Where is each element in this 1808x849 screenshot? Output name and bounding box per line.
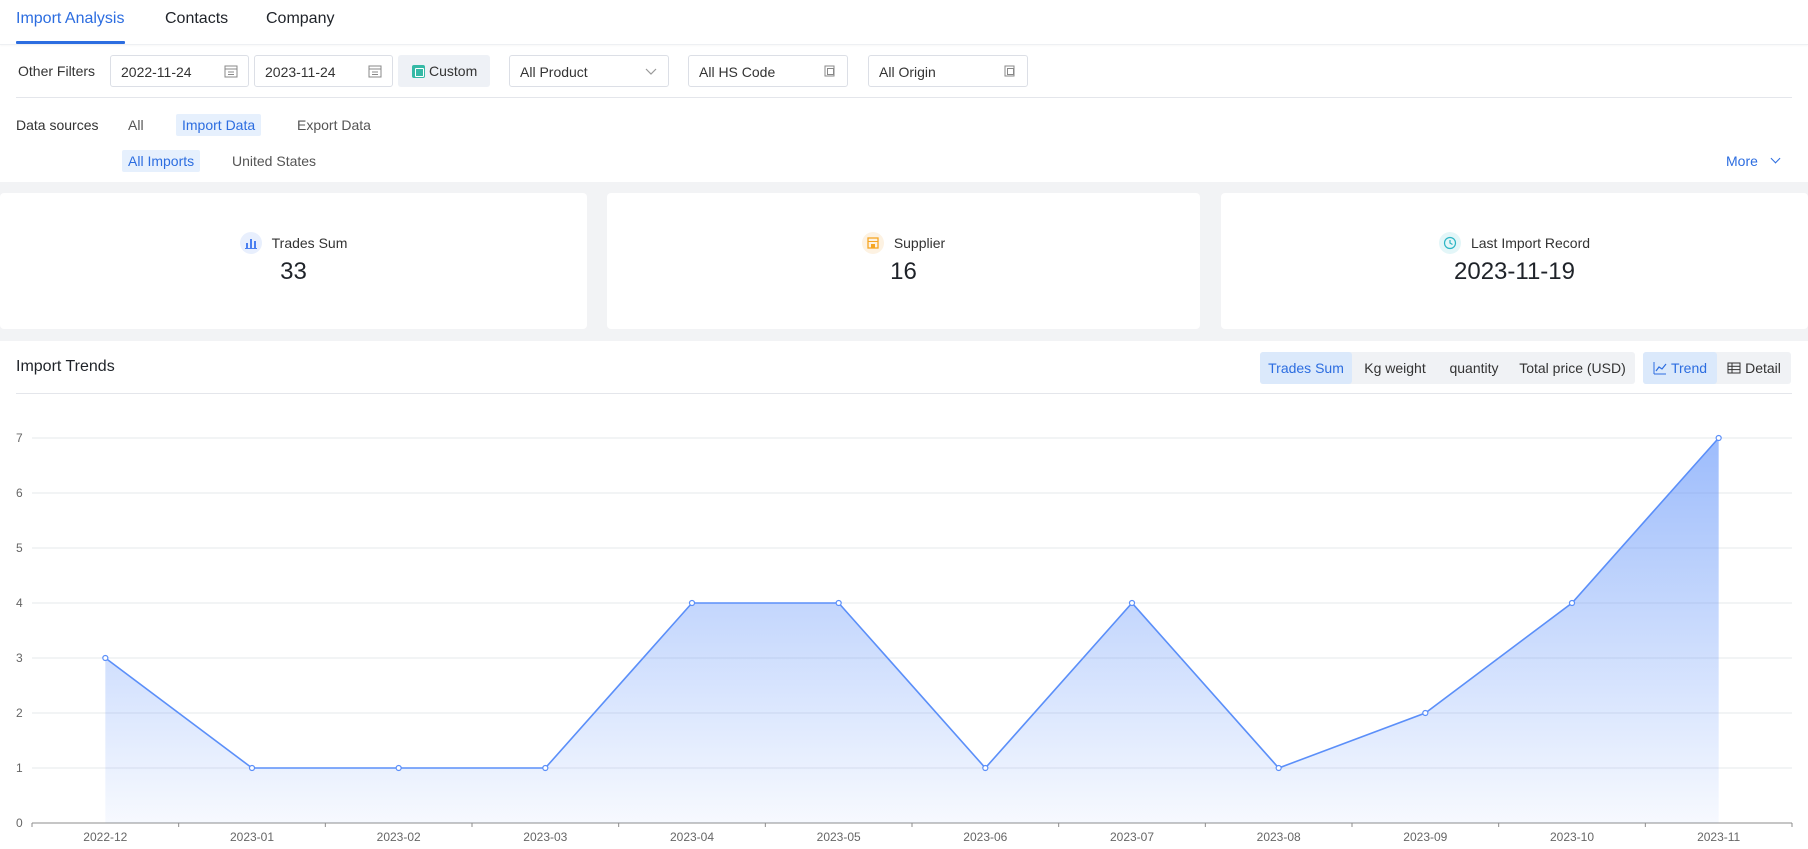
stat-card-supplier: Supplier 16 xyxy=(607,193,1200,329)
x-tick-label: 2023-06 xyxy=(963,830,1007,844)
tab-company[interactable]: Company xyxy=(266,10,334,28)
hs-code-value: All HS Code xyxy=(699,64,776,80)
import-trends-chart: 0 1 2 3 4 5 6 7 2022-12 2023-01 2023-02 2023-03 2023… xyxy=(16,431,1793,844)
x-tick-label: 2023-05 xyxy=(817,830,861,844)
data-point xyxy=(835,599,842,607)
data-point xyxy=(1275,764,1282,772)
stat-label: Supplier xyxy=(893,235,946,251)
y-tick-label: 7 xyxy=(16,431,23,445)
sub-source-united-states[interactable]: United States xyxy=(226,150,322,172)
x-tick-label: 2023-07 xyxy=(1110,830,1154,844)
chevron-down-icon xyxy=(645,68,657,75)
custom-range-icon xyxy=(412,65,425,78)
date-from-input[interactable]: 2022-11-24 xyxy=(110,55,249,87)
import-trends-panel: Import Trends Trades Sum Kg weight quant… xyxy=(0,341,1808,849)
y-tick-label: 6 xyxy=(16,486,23,500)
stat-label: Last Import Record xyxy=(1470,235,1591,251)
copy-icon xyxy=(1004,65,1015,77)
data-point xyxy=(102,654,109,662)
area-fill xyxy=(105,438,1719,823)
top-section: Import Analysis Contacts Company Other F… xyxy=(0,0,1808,182)
stat-value: 16 xyxy=(890,258,917,285)
custom-date-button[interactable]: Custom xyxy=(398,55,490,87)
data-point xyxy=(542,764,549,772)
stat-value: 33 xyxy=(280,258,307,285)
x-tick-label: 2023-04 xyxy=(670,830,714,844)
product-value: All Product xyxy=(520,64,588,80)
tab-import-analysis[interactable]: Import Analysis xyxy=(16,10,124,28)
source-all[interactable]: All xyxy=(122,114,150,136)
copy-icon xyxy=(824,65,835,77)
data-point xyxy=(1128,599,1136,607)
data-sources-label: Data sources xyxy=(16,117,99,133)
date-to-input[interactable]: 2023-11-24 xyxy=(254,55,393,87)
stat-card-trades-sum: Trades Sum 33 xyxy=(0,193,587,329)
y-tick-label: 0 xyxy=(16,816,23,830)
x-tick-label: 2023-11 xyxy=(1697,830,1740,844)
data-point xyxy=(1568,599,1576,607)
y-tick-label: 4 xyxy=(16,596,23,610)
x-tick-label: 2023-08 xyxy=(1257,830,1301,844)
chevron-down-icon[interactable] xyxy=(1770,153,1781,164)
origin-value: All Origin xyxy=(879,64,936,80)
sub-source-all-imports[interactable]: All Imports xyxy=(122,150,201,172)
stat-value: 2023-11-19 xyxy=(1454,258,1575,285)
bar-chart-icon xyxy=(239,232,262,254)
calendar-icon xyxy=(368,65,382,78)
origin-select[interactable]: All Origin xyxy=(868,55,1028,87)
data-point xyxy=(1715,434,1722,442)
x-tick-label: 2023-02 xyxy=(377,830,421,844)
more-button[interactable]: More xyxy=(1726,153,1758,169)
x-tick-label: 2023-01 xyxy=(230,830,274,844)
data-point xyxy=(395,764,402,772)
y-tick-label: 1 xyxy=(16,761,23,775)
store-icon xyxy=(861,232,884,254)
tab-bar: Import Analysis Contacts Company xyxy=(0,0,1808,45)
x-tick-label: 2023-10 xyxy=(1550,830,1594,844)
data-point xyxy=(688,599,696,607)
source-export-data[interactable]: Export Data xyxy=(291,114,377,136)
y-tick-label: 3 xyxy=(16,651,23,665)
date-from-value: 2022-11-24 xyxy=(121,64,192,80)
product-select[interactable]: All Product xyxy=(509,55,669,87)
data-point xyxy=(982,764,989,772)
other-filters-label: Other Filters xyxy=(18,63,96,79)
clock-icon xyxy=(1438,232,1461,254)
stat-card-last-import: Last Import Record 2023-11-19 xyxy=(1221,193,1808,329)
x-tick-label: 2023-03 xyxy=(523,830,567,844)
tab-contacts[interactable]: Contacts xyxy=(165,10,228,28)
y-tick-label: 5 xyxy=(16,541,23,555)
filter-divider xyxy=(16,97,1792,98)
stat-label: Trades Sum xyxy=(271,235,348,251)
y-tick-label: 2 xyxy=(16,706,23,720)
hs-code-select[interactable]: All HS Code xyxy=(688,55,848,87)
data-point xyxy=(1422,709,1429,717)
custom-label: Custom xyxy=(429,63,478,79)
source-import-data[interactable]: Import Data xyxy=(176,114,262,136)
data-point xyxy=(248,764,256,772)
x-tick-label: 2023-09 xyxy=(1403,830,1447,844)
date-to-value: 2023-11-24 xyxy=(265,64,336,80)
active-tab-indicator xyxy=(16,41,125,44)
calendar-icon xyxy=(224,65,238,78)
x-tick-label: 2022-12 xyxy=(83,830,127,844)
